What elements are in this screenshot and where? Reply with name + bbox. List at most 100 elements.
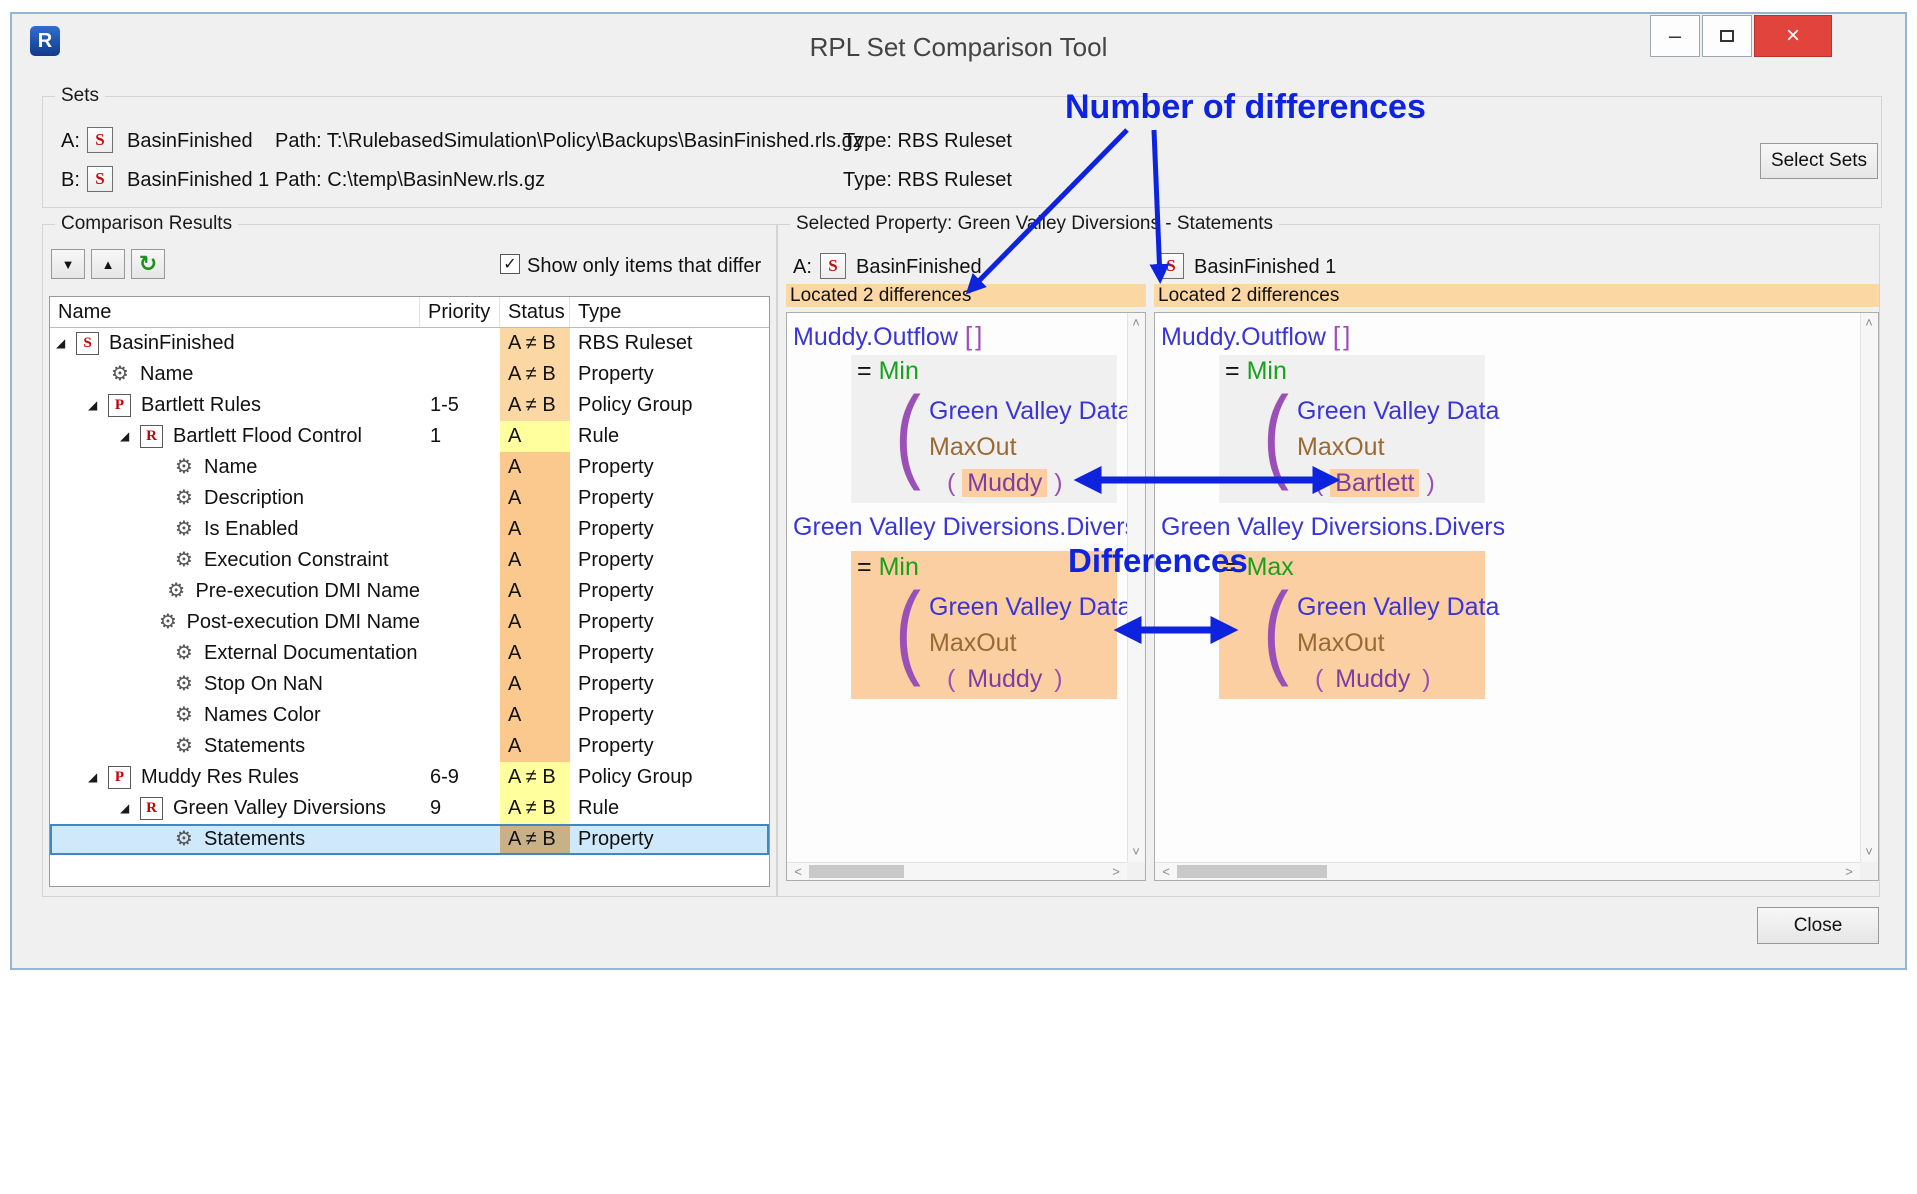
scroll-up-icon[interactable]: ˄ (1127, 315, 1145, 331)
close-paren: ) (1054, 665, 1062, 693)
scrollbar-thumb[interactable] (809, 865, 904, 878)
scroll-right-icon[interactable]: > (1840, 864, 1858, 880)
row-priority: 1 (420, 421, 500, 452)
close-button[interactable]: Close (1757, 907, 1879, 944)
expander-icon[interactable]: ◢ (56, 328, 76, 359)
slot-reference: Green Valley Diversions.Divers (1161, 513, 1505, 542)
scroll-right-icon[interactable]: > (1107, 864, 1125, 880)
window-close-button[interactable]: × (1754, 15, 1832, 57)
down-triangle-icon: ▼ (62, 257, 75, 272)
table-row[interactable]: ⚙Execution ConstraintAProperty (50, 545, 769, 576)
refresh-icon: ↻ (139, 251, 157, 277)
maximize-button[interactable] (1702, 15, 1752, 57)
table-row[interactable]: ⚙Pre-execution DMI NameAProperty (50, 576, 769, 607)
row-priority (420, 452, 500, 483)
table-row[interactable]: ◢SBasinFinishedA ≠ BRBS Ruleset (50, 328, 769, 359)
column-header-status[interactable]: Status (500, 297, 570, 327)
open-paren: ( (1315, 469, 1323, 497)
table-row[interactable]: ◢PMuddy Res Rules6-9A ≠ BPolicy Group (50, 762, 769, 793)
row-type: Property (570, 514, 769, 545)
row-type: Policy Group (570, 762, 769, 793)
tree-indent (50, 560, 152, 561)
argument: MaxOut (929, 433, 1017, 461)
row-name: Name (204, 452, 257, 483)
horizontal-scrollbar[interactable]: < > (787, 862, 1127, 880)
close-paren: ) (1426, 469, 1434, 497)
up-triangle-icon: ▲ (102, 257, 115, 272)
row-type: Property (570, 824, 769, 855)
expander-icon[interactable]: ◢ (88, 390, 108, 421)
table-row[interactable]: ⚙NameAProperty (50, 452, 769, 483)
scroll-left-icon[interactable]: < (789, 864, 807, 880)
row-priority: 1-5 (420, 390, 500, 421)
row-name: Name (140, 359, 193, 390)
tree-indent (50, 405, 88, 406)
table-row[interactable]: ◢PBartlett Rules1-5A ≠ BPolicy Group (50, 390, 769, 421)
scroll-left-icon[interactable]: < (1157, 864, 1175, 880)
vertical-scrollbar[interactable]: ˄ ˅ (1127, 313, 1145, 862)
ruleset-icon[interactable]: S (87, 127, 113, 153)
minimize-button[interactable]: – (1650, 15, 1700, 57)
refresh-button[interactable]: ↻ (131, 249, 165, 279)
comparison-table: Name Priority Status Type ◢SBasinFinishe… (49, 296, 770, 887)
scrollbar-thumb[interactable] (1177, 865, 1327, 878)
column-header-priority[interactable]: Priority (420, 297, 500, 327)
row-name-cell: ⚙Statements (50, 824, 420, 855)
table-row[interactable]: ⚙DescriptionAProperty (50, 483, 769, 514)
scroll-down-icon[interactable]: ˅ (1127, 844, 1145, 860)
row-type: Property (570, 607, 769, 638)
row-name: Execution Constraint (204, 545, 389, 576)
row-name: Is Enabled (204, 514, 299, 545)
scroll-up-icon[interactable]: ˄ (1860, 315, 1878, 331)
scroll-to-next-difference-button[interactable]: ▼ (51, 249, 85, 279)
vertical-scrollbar[interactable]: ˄ ˅ (1860, 313, 1878, 862)
rule-icon: R (140, 425, 163, 448)
tree-indent (50, 684, 152, 685)
row-type: Property (570, 359, 769, 390)
expression-block: = Min ( Green Valley Data MaxOut ( Bartl… (1219, 355, 1485, 503)
expander-icon[interactable]: ◢ (88, 762, 108, 793)
table-row[interactable]: ◢RGreen Valley Diversions9A ≠ BRule (50, 793, 769, 824)
row-name-cell: ⚙Names Color (50, 700, 420, 731)
scroll-down-icon[interactable]: ˅ (1860, 844, 1878, 860)
row-type: Policy Group (570, 390, 769, 421)
argument: MaxOut (1297, 629, 1385, 657)
horizontal-scrollbar[interactable]: < > (1155, 862, 1860, 880)
row-name-cell: ◢PBartlett Rules (50, 390, 420, 421)
tree-indent (50, 622, 140, 623)
ruleset-icon[interactable]: S (87, 166, 113, 192)
show-only-differ-label: Show only items that differ (527, 255, 761, 278)
column-header-name[interactable]: Name (50, 297, 420, 327)
row-status: A (500, 452, 570, 483)
select-sets-button[interactable]: Select Sets (1760, 143, 1878, 179)
expander-icon[interactable]: ◢ (120, 421, 140, 452)
column-header-type[interactable]: Type (570, 297, 769, 327)
table-row[interactable]: ◢RBartlett Flood Control1ARule (50, 421, 769, 452)
row-name-cell: ⚙Execution Constraint (50, 545, 420, 576)
gear-icon: ⚙ (172, 483, 196, 514)
gear-icon: ⚙ (172, 638, 196, 669)
expander-icon[interactable]: ◢ (120, 793, 140, 824)
checkmark-icon: ✓ (503, 254, 516, 274)
table-row[interactable]: ⚙StatementsA ≠ BProperty (50, 824, 769, 855)
row-priority (420, 638, 500, 669)
table-row[interactable]: ⚙Post-execution DMI NameAProperty (50, 607, 769, 638)
row-status: A (500, 669, 570, 700)
open-paren: ( (1315, 665, 1323, 693)
row-status: A (500, 483, 570, 514)
comparison-results-label: Comparison Results (55, 213, 238, 235)
minimize-icon: – (1669, 31, 1681, 41)
table-row[interactable]: ⚙Is EnabledAProperty (50, 514, 769, 545)
row-name-cell: ⚙Post-execution DMI Name (50, 607, 420, 638)
table-row[interactable]: ⚙Names ColorAProperty (50, 700, 769, 731)
table-row[interactable]: ⚙Stop On NaNAProperty (50, 669, 769, 700)
table-row[interactable]: ⚙External DocumentationAProperty (50, 638, 769, 669)
table-row[interactable]: ⚙NameA ≠ BProperty (50, 359, 769, 390)
table-row[interactable]: ⚙StatementsAProperty (50, 731, 769, 762)
close-icon: × (1786, 22, 1800, 50)
annotation-differences: Differences (1068, 542, 1248, 580)
row-name: Bartlett Rules (141, 390, 261, 421)
scroll-to-previous-difference-button[interactable]: ▲ (91, 249, 125, 279)
show-only-differ-checkbox[interactable]: ✓ (500, 254, 520, 274)
row-priority (420, 514, 500, 545)
